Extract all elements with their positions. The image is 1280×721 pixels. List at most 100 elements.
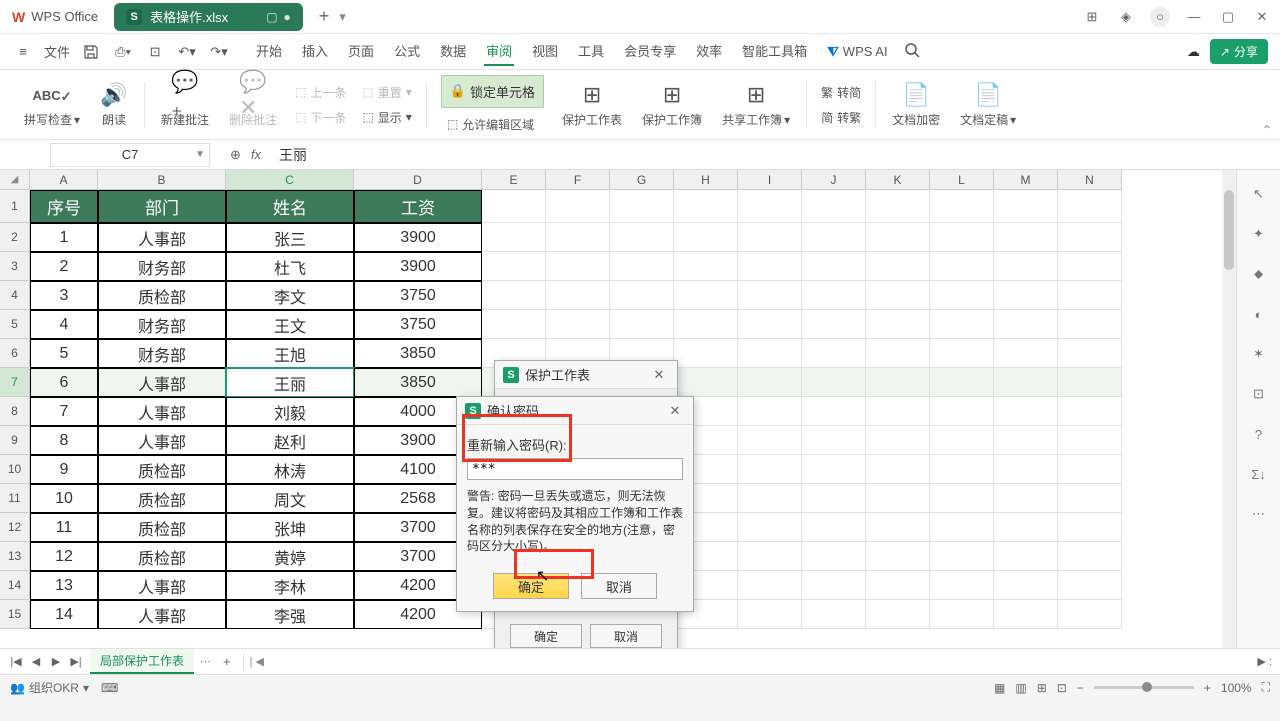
book-icon[interactable]: ⊡ (1247, 382, 1271, 406)
file-menu[interactable]: 文件 (44, 42, 70, 61)
empty-cell[interactable] (738, 571, 802, 600)
empty-cell[interactable] (802, 223, 866, 252)
view-normal-icon[interactable]: ▦ (994, 681, 1005, 695)
empty-cell[interactable] (546, 252, 610, 281)
empty-cell[interactable] (610, 252, 674, 281)
empty-cell[interactable] (802, 397, 866, 426)
to-traditional-button[interactable]: 简 转繁 (815, 107, 867, 128)
column-header[interactable]: D (354, 170, 482, 190)
empty-cell[interactable] (738, 281, 802, 310)
empty-cell[interactable] (866, 310, 930, 339)
close-window-button[interactable]: ✕ (1252, 7, 1272, 27)
empty-cell[interactable] (930, 310, 994, 339)
new-comment-button[interactable]: 💬₊ 新建批注 (153, 70, 217, 139)
empty-cell[interactable] (866, 542, 930, 571)
zoom-icon[interactable]: ⊕ (230, 147, 241, 163)
empty-cell[interactable] (610, 223, 674, 252)
empty-cell[interactable] (866, 339, 930, 368)
ribbon-tab-0[interactable]: 开始 (254, 37, 284, 66)
empty-cell[interactable] (866, 571, 930, 600)
row-header[interactable]: 11 (0, 484, 30, 513)
empty-cell[interactable] (994, 571, 1058, 600)
empty-cell[interactable] (738, 368, 802, 397)
empty-cell[interactable] (1058, 310, 1122, 339)
chevron-down-icon[interactable]: ▼ (195, 149, 205, 160)
table-header-cell[interactable]: 姓名 (226, 190, 354, 223)
table-cell[interactable]: 财务部 (98, 339, 226, 368)
column-header[interactable]: G (610, 170, 674, 190)
empty-cell[interactable] (994, 252, 1058, 281)
table-cell[interactable]: 刘毅 (226, 397, 354, 426)
empty-cell[interactable] (866, 455, 930, 484)
table-cell[interactable]: 质检部 (98, 542, 226, 571)
preview-icon[interactable]: ⊡ (144, 41, 166, 63)
empty-cell[interactable] (1058, 426, 1122, 455)
tab-window-icon[interactable]: ▢ (266, 10, 277, 24)
last-sheet-icon[interactable]: ▶| (68, 654, 84, 670)
table-cell[interactable]: 1 (30, 223, 98, 252)
screenshot-icon[interactable]: ◐ (1247, 302, 1271, 326)
ruler-icon[interactable]: ✶ (1247, 342, 1271, 366)
print-icon[interactable]: ⎙▾ (112, 41, 134, 63)
keyboard-icon[interactable]: ⌨ (101, 681, 118, 695)
first-sheet-icon[interactable]: |◀ (8, 654, 24, 670)
search-icon[interactable] (904, 42, 920, 61)
ribbon-tab-10[interactable]: 智能工具箱 (740, 37, 809, 66)
add-sheet-button[interactable]: + (217, 654, 237, 669)
empty-cell[interactable] (546, 190, 610, 223)
empty-cell[interactable] (994, 281, 1058, 310)
table-cell[interactable]: 质检部 (98, 281, 226, 310)
help-icon[interactable]: ? (1247, 422, 1271, 446)
table-cell[interactable]: 3 (30, 281, 98, 310)
prev-sheet-icon[interactable]: ◀ (28, 654, 44, 670)
column-header[interactable]: L (930, 170, 994, 190)
redo-icon[interactable]: ↷▾ (208, 41, 230, 63)
empty-cell[interactable] (738, 426, 802, 455)
empty-cell[interactable] (994, 339, 1058, 368)
table-cell[interactable]: 人事部 (98, 426, 226, 455)
share-button[interactable]: ↗ 分享 (1210, 39, 1268, 64)
table-cell[interactable]: 李强 (226, 600, 354, 629)
empty-cell[interactable] (866, 190, 930, 223)
empty-cell[interactable] (546, 310, 610, 339)
undo-icon[interactable]: ↶▾ (176, 41, 198, 63)
empty-cell[interactable] (866, 513, 930, 542)
ribbon-tab-4[interactable]: 数据 (438, 37, 468, 66)
empty-cell[interactable] (994, 190, 1058, 223)
empty-cell[interactable] (930, 600, 994, 629)
empty-cell[interactable] (930, 190, 994, 223)
column-header[interactable]: H (674, 170, 738, 190)
table-cell[interactable]: 4 (30, 310, 98, 339)
table-cell[interactable]: 财务部 (98, 310, 226, 339)
empty-cell[interactable] (866, 426, 930, 455)
table-cell[interactable]: 11 (30, 513, 98, 542)
select-all-corner[interactable]: ◢ (0, 170, 30, 190)
save-icon[interactable] (80, 41, 102, 63)
fx-icon[interactable]: fx (251, 147, 261, 162)
empty-cell[interactable] (610, 310, 674, 339)
empty-cell[interactable] (802, 455, 866, 484)
empty-cell[interactable] (802, 310, 866, 339)
sum-icon[interactable]: Σ↓ (1247, 462, 1271, 486)
table-cell[interactable]: 王旭 (226, 339, 354, 368)
final-doc-button[interactable]: 📄 文档定稿 ▾ (952, 70, 1024, 139)
row-header[interactable]: 13 (0, 542, 30, 571)
column-header[interactable]: F (546, 170, 610, 190)
empty-cell[interactable] (802, 426, 866, 455)
protect-ok-button[interactable]: 确定 (510, 624, 582, 648)
view-page-icon[interactable]: ▥ (1015, 681, 1026, 695)
table-header-cell[interactable]: 序号 (30, 190, 98, 223)
empty-cell[interactable] (866, 223, 930, 252)
table-cell[interactable]: 张三 (226, 223, 354, 252)
column-header[interactable]: K (866, 170, 930, 190)
table-cell[interactable]: 人事部 (98, 223, 226, 252)
row-header[interactable]: 4 (0, 281, 30, 310)
empty-cell[interactable] (738, 397, 802, 426)
empty-cell[interactable] (738, 190, 802, 223)
zoom-slider[interactable] (1094, 686, 1194, 689)
confirm-cancel-button[interactable]: 取消 (581, 573, 657, 599)
empty-cell[interactable] (482, 190, 546, 223)
table-cell[interactable]: 人事部 (98, 368, 226, 397)
column-header[interactable]: J (802, 170, 866, 190)
empty-cell[interactable] (738, 542, 802, 571)
